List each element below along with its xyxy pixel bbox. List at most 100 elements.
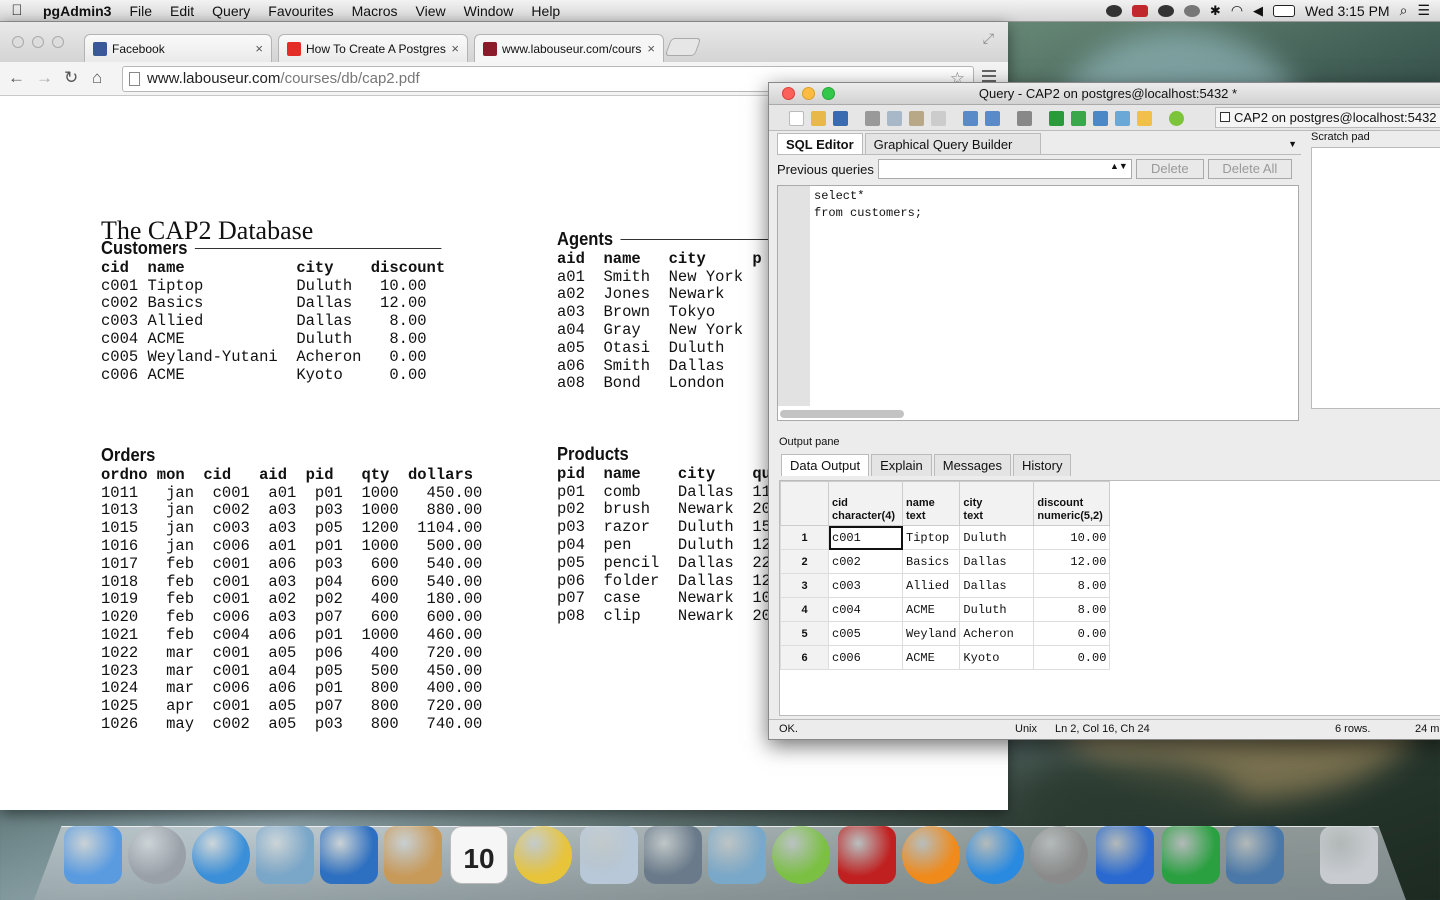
copy-icon[interactable] — [887, 111, 902, 126]
grid-cell[interactable]: c003 — [828, 573, 903, 598]
grid-cell[interactable]: c005 — [828, 621, 903, 646]
menu-query[interactable]: Query — [203, 3, 259, 19]
delete-button[interactable]: Delete — [1135, 159, 1204, 179]
grid-cell[interactable]: Duluth — [959, 597, 1035, 622]
redo-icon[interactable] — [985, 111, 1000, 126]
save-icon[interactable] — [833, 111, 848, 126]
column-header-discount[interactable]: discount numeric(5,2) — [1033, 481, 1111, 526]
previous-queries-select[interactable]: ▲▼ — [877, 159, 1132, 179]
fetch-icon[interactable] — [320, 826, 378, 884]
grid-cell[interactable]: Weyland — [901, 621, 961, 646]
new-file-icon[interactable] — [789, 111, 804, 126]
grid-cell[interactable]: ACME — [901, 597, 961, 622]
tab-data-output[interactable]: Data Output — [781, 454, 870, 476]
clear-icon[interactable] — [931, 111, 946, 126]
appstore-icon[interactable] — [966, 826, 1024, 884]
grid-cell[interactable]: Tiptop — [901, 525, 961, 550]
volume-icon[interactable]: ◀ — [1253, 3, 1263, 19]
grid-cell[interactable]: 8.00 — [1033, 573, 1111, 598]
ibooks-icon[interactable] — [902, 826, 960, 884]
contacts-icon[interactable] — [384, 826, 442, 884]
grid-cell[interactable]: 0.00 — [1033, 621, 1111, 646]
row-number[interactable]: 5 — [780, 621, 829, 646]
table-row[interactable]: 2 c002 Basics Dallas 12.00 — [780, 549, 1111, 574]
open-file-icon[interactable] — [811, 111, 826, 126]
zoom-window-button[interactable] — [52, 36, 64, 48]
grid-cell[interactable]: Acheron — [959, 621, 1035, 646]
connection-checkbox[interactable] — [1220, 112, 1230, 122]
grid-cell[interactable]: c002 — [828, 549, 903, 574]
chrome-icon[interactable] — [514, 826, 572, 884]
shield-icon[interactable] — [1131, 4, 1148, 17]
apple-menu-icon[interactable]:  — [0, 2, 34, 19]
tab-sql-editor[interactable]: SQL Editor — [777, 133, 863, 154]
find-icon[interactable] — [1017, 111, 1032, 126]
minimize-window-button[interactable] — [32, 36, 44, 48]
row-number[interactable]: 1 — [780, 525, 829, 550]
facetime-icon[interactable] — [644, 826, 702, 884]
bluetooth-icon[interactable]: ✱ — [1210, 3, 1221, 19]
photobooth-icon[interactable] — [838, 826, 896, 884]
spotlight-icon[interactable]: ⌕ — [1400, 2, 1408, 19]
tab-graphical-query-builder[interactable]: Graphical Query Builder — [864, 133, 1041, 154]
column-header-name[interactable]: name text — [901, 481, 961, 526]
fullscreen-icon[interactable]: ⤢ — [983, 30, 994, 47]
activity-icon[interactable] — [1105, 4, 1122, 17]
menu-view[interactable]: View — [407, 3, 455, 19]
grid-cell[interactable]: c001 — [828, 525, 903, 550]
zoom-window-button[interactable] — [822, 87, 835, 100]
menu-edit[interactable]: Edit — [161, 3, 203, 19]
word-icon[interactable] — [1096, 826, 1154, 884]
close-tab-icon[interactable]: × — [255, 41, 263, 56]
grid-cell[interactable]: 8.00 — [1033, 597, 1111, 622]
cut-icon[interactable] — [865, 111, 880, 126]
battery-icon[interactable] — [1273, 4, 1296, 17]
table-row[interactable]: 3 c003 Allied Dallas 8.00 — [780, 573, 1111, 598]
table-row[interactable]: 6 c006 ACME Kyoto 0.00 — [780, 645, 1111, 670]
execute-icon[interactable] — [1049, 111, 1064, 126]
grid-cell[interactable]: 10.00 — [1033, 525, 1111, 550]
launchpad-icon[interactable] — [128, 826, 186, 884]
grid-cell[interactable]: Duluth — [959, 525, 1035, 550]
app-menu[interactable]: pgAdmin3 — [34, 3, 120, 19]
excel-icon[interactable] — [1162, 826, 1220, 884]
back-icon[interactable]: ← — [8, 68, 25, 88]
grid-cell[interactable]: Dallas — [959, 549, 1035, 574]
grid-cell[interactable]: 0.00 — [1033, 645, 1111, 670]
notification-center-icon[interactable]: ☰ — [1417, 2, 1430, 19]
close-window-button[interactable] — [782, 87, 795, 100]
menu-help[interactable]: Help — [522, 3, 569, 19]
trash-icon[interactable] — [1320, 826, 1378, 884]
row-number[interactable]: 2 — [780, 549, 829, 574]
close-tab-icon[interactable]: × — [647, 41, 655, 56]
mail-icon[interactable] — [256, 826, 314, 884]
execute-to-file-icon[interactable] — [1093, 111, 1108, 126]
undo-icon[interactable] — [963, 111, 978, 126]
grid-cell[interactable]: ACME — [901, 645, 961, 670]
sql-editor[interactable]: select* from customers; — [777, 185, 1299, 421]
preview-icon[interactable] — [580, 826, 638, 884]
grid-cell[interactable]: Basics — [901, 549, 961, 574]
iphoto-icon[interactable] — [708, 826, 766, 884]
tab-youtube[interactable]: How To Create A Postgres × — [278, 34, 468, 62]
horizontal-scrollbar[interactable] — [780, 410, 904, 418]
row-number[interactable]: 4 — [780, 597, 829, 622]
explain-icon[interactable] — [1115, 111, 1130, 126]
scratch-pad-text[interactable] — [1311, 147, 1440, 409]
paste-icon[interactable] — [909, 111, 924, 126]
tab-history[interactable]: History — [1013, 454, 1072, 476]
tab-list-dropdown-icon[interactable]: ▼ — [1288, 133, 1301, 154]
execute-pgscript-icon[interactable] — [1071, 111, 1086, 126]
forward-icon[interactable]: → — [36, 68, 53, 88]
time-machine-icon[interactable] — [1183, 4, 1200, 17]
finder-icon[interactable] — [64, 826, 122, 884]
safari-icon[interactable] — [192, 826, 250, 884]
calendar-icon[interactable]: 10 — [450, 826, 508, 884]
reload-icon[interactable]: ↻ — [64, 68, 78, 88]
menu-macros[interactable]: Macros — [343, 3, 407, 19]
grid-cell[interactable]: 12.00 — [1033, 549, 1111, 574]
window-titlebar[interactable]: Query - CAP2 on postgres@localhost:5432 … — [769, 83, 1440, 105]
row-number[interactable]: 3 — [780, 573, 829, 598]
pgadmin-icon[interactable] — [1226, 826, 1284, 884]
close-window-button[interactable] — [12, 36, 24, 48]
